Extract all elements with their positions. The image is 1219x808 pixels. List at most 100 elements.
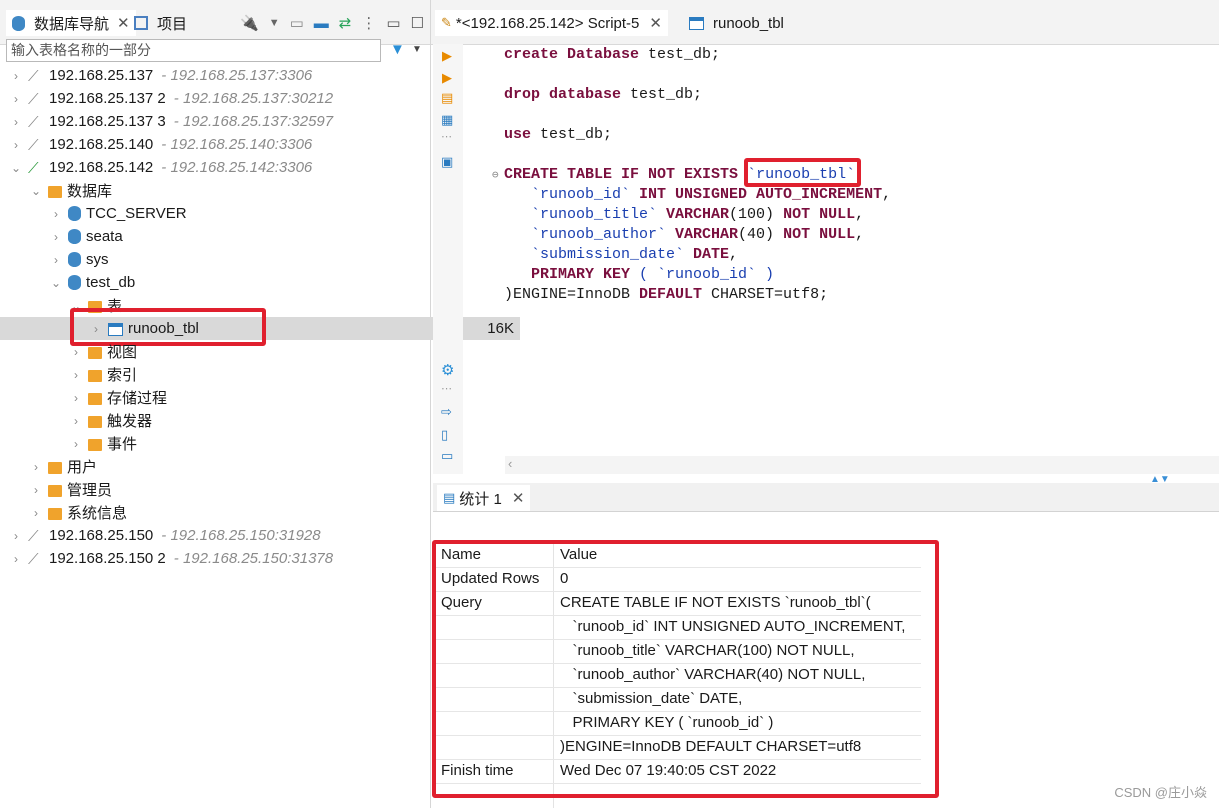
tab-label: *<192.168.25.142> Script-5 <box>455 14 640 32</box>
tree-connection[interactable]: › ⟋ 192.168.25.150 - 192.168.25.150:3192… <box>0 524 440 547</box>
chevron-down-icon[interactable]: ⌄ <box>10 161 22 175</box>
tree-label: sys <box>86 251 109 268</box>
chevron-right-icon[interactable]: › <box>70 368 82 382</box>
collapse-icon[interactable]: ▬ <box>314 15 329 32</box>
tree-database[interactable]: › sys <box>0 248 480 271</box>
tree-folder-events[interactable]: › 事件 <box>0 432 500 455</box>
tab-statistics[interactable]: ▤ 统计 1 ✕ <box>437 485 531 511</box>
horizontal-scrollbar[interactable]: ‹ <box>505 456 1219 474</box>
tree-label: 触发器 <box>107 413 153 430</box>
tree-folder-procedures[interactable]: › 存储过程 <box>0 386 500 409</box>
menu-icon[interactable]: ⋮ <box>361 14 376 32</box>
code-token: VARCHAR <box>675 226 739 243</box>
gear-icon[interactable]: ⚙ <box>441 361 454 379</box>
tree-connection-active[interactable]: ⌄ ⟋ 192.168.25.142 - 192.168.25.142:3306 <box>0 156 440 179</box>
admin-icon <box>48 484 62 497</box>
chevron-right-icon[interactable]: › <box>70 414 82 428</box>
tree-connection[interactable]: › ⟋ 192.168.25.137 2 - 192.168.25.137:30… <box>0 87 440 110</box>
connect-icon[interactable]: 🔌 <box>240 14 259 32</box>
tree-label: 192.168.25.137 3 <box>49 113 166 130</box>
info-icon <box>48 507 62 520</box>
table-filter-input[interactable]: 输入表格名称的一部分 <box>6 39 381 62</box>
tree-connection[interactable]: › ⟋ 192.168.25.137 - 192.168.25.137:3306 <box>0 64 440 87</box>
connection-icon: ⟋ <box>28 550 39 568</box>
chevron-right-icon[interactable]: › <box>10 138 22 152</box>
filter-icon[interactable]: ▼ <box>390 41 405 58</box>
execute-script-icon[interactable]: ▤ <box>441 90 453 106</box>
chevron-right-icon[interactable]: › <box>30 506 42 520</box>
connection-icon: ⟋ <box>28 67 39 85</box>
code-token: test_db; <box>531 126 613 143</box>
execute-icon[interactable]: ▶ <box>442 48 452 64</box>
tab-database-navigator[interactable]: 数据库导航 ✕ <box>6 10 136 36</box>
chevron-right-icon[interactable]: › <box>70 437 82 451</box>
explain-icon[interactable]: ▦ <box>441 112 453 128</box>
chevron-right-icon[interactable]: › <box>50 253 62 267</box>
chevron-right-icon[interactable]: › <box>70 345 82 359</box>
execute-new-tab-icon[interactable]: ▶ <box>442 70 452 86</box>
link-icon[interactable]: ⇄ <box>339 14 352 32</box>
chevron-down-icon[interactable]: ▼ <box>412 44 422 55</box>
tree-folder-sysinfo[interactable]: › 系统信息 <box>0 501 460 524</box>
tree-database[interactable]: ⌄ test_db <box>0 271 480 294</box>
chevron-right-icon[interactable]: › <box>10 115 22 129</box>
chevron-down-icon[interactable]: ▼ <box>269 17 280 29</box>
tree-connection[interactable]: › ⟋ 192.168.25.140 - 192.168.25.140:3306 <box>0 133 440 156</box>
code-line: `runoob_author` VARCHAR(40) NOT NULL, <box>504 226 865 243</box>
database-icon <box>68 252 81 267</box>
tree-label: 192.168.25.137 2 <box>49 90 166 107</box>
tree-folder-users[interactable]: › 用户 <box>0 455 460 478</box>
chevron-right-icon[interactable]: › <box>30 483 42 497</box>
tree-label: 管理员 <box>67 482 113 499</box>
tree-sublabel: - 192.168.25.137:30212 <box>173 90 334 107</box>
chevron-right-icon[interactable]: › <box>10 529 22 543</box>
tree-label: 系统信息 <box>67 505 128 522</box>
tree-folder-triggers[interactable]: › 触发器 <box>0 409 500 432</box>
connected-icon: ⟋ <box>28 159 39 177</box>
maximize-icon[interactable]: ☐ <box>411 14 424 32</box>
chevron-right-icon[interactable]: › <box>70 391 82 405</box>
tree-connection[interactable]: › ⟋ 192.168.25.150 2 - 192.168.25.150:31… <box>0 547 440 570</box>
terminal-icon[interactable]: ▣ <box>441 154 453 170</box>
connection-icon: ⟋ <box>28 113 39 131</box>
chevron-right-icon[interactable]: › <box>50 207 62 221</box>
chevron-down-icon[interactable]: ⌄ <box>50 276 62 290</box>
close-icon[interactable]: ✕ <box>512 489 525 507</box>
tab-label: runoob_tbl <box>713 14 784 32</box>
chevron-right-icon[interactable]: › <box>10 92 22 106</box>
close-icon[interactable]: ✕ <box>649 14 662 32</box>
tree-folder-indexes[interactable]: › 索引 <box>0 363 500 386</box>
folder-icon <box>88 438 102 451</box>
tree-folder-databases[interactable]: ⌄ 数据库 <box>0 179 460 202</box>
tree-folder-admin[interactable]: › 管理员 <box>0 478 460 501</box>
new-folder-icon[interactable]: ▭ <box>290 14 304 32</box>
close-icon[interactable]: ✕ <box>117 14 130 32</box>
tree-sublabel: - 192.168.25.150:31378 <box>173 550 334 567</box>
code-token: NOT NULL <box>783 206 856 223</box>
folder-icon <box>88 369 102 382</box>
fold-icon[interactable]: ⊖ <box>492 168 499 182</box>
load-icon[interactable]: ▭ <box>441 448 453 464</box>
tree-folder-views[interactable]: › 视图 <box>0 340 500 363</box>
tree-connection[interactable]: › ⟋ 192.168.25.137 3 - 192.168.25.137:32… <box>0 110 440 133</box>
grid-icon: ▤ <box>443 490 456 505</box>
tab-table[interactable]: runoob_tbl <box>689 10 784 36</box>
tree-database[interactable]: › seata <box>0 225 480 248</box>
tree-sublabel: - 192.168.25.150:31928 <box>161 527 321 544</box>
chevron-left-icon[interactable]: ‹ <box>508 456 512 471</box>
code-token: use <box>504 126 532 143</box>
tree-database[interactable]: › TCC_SERVER <box>0 202 480 225</box>
chevron-right-icon[interactable]: › <box>10 552 22 566</box>
export-icon[interactable]: ⇨ <box>441 404 452 420</box>
chevron-right-icon[interactable]: › <box>50 230 62 244</box>
tab-script[interactable]: ✎ *<192.168.25.142> Script-5 ✕ <box>435 10 668 36</box>
tree-label: 事件 <box>107 436 138 453</box>
minimize-icon[interactable]: ▭ <box>386 14 400 32</box>
chevron-down-icon[interactable]: ⌄ <box>30 184 42 198</box>
code-token: `runoob_author` <box>504 226 676 243</box>
tab-project[interactable]: 项目 <box>134 10 187 36</box>
sql-editor[interactable]: create Database test_db; drop database t… <box>470 44 1219 456</box>
file-icon[interactable]: ▯ <box>441 427 448 443</box>
chevron-right-icon[interactable]: › <box>10 69 22 83</box>
chevron-right-icon[interactable]: › <box>30 460 42 474</box>
